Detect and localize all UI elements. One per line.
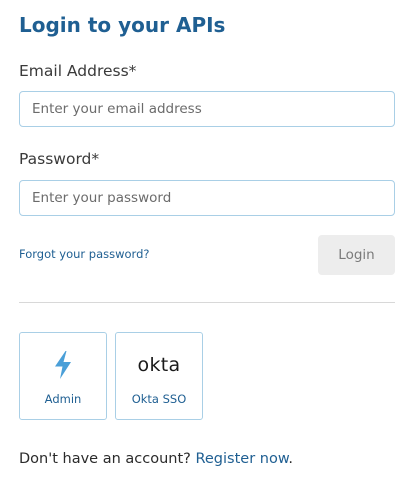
okta-logo-text: okta bbox=[137, 354, 181, 376]
sso-admin-label: Admin bbox=[44, 392, 82, 406]
register-prompt-text: Don't have an account? bbox=[19, 451, 191, 467]
sso-okta-button[interactable]: okta Okta SSO bbox=[115, 332, 203, 420]
register-link[interactable]: Register now bbox=[195, 451, 288, 467]
divider bbox=[19, 302, 395, 303]
lightning-bolt-icon bbox=[20, 350, 106, 380]
sso-admin-button[interactable]: Admin bbox=[19, 332, 107, 420]
page-title: Login to your APIs bbox=[19, 13, 226, 37]
password-label: Password* bbox=[19, 150, 100, 168]
forgot-password-link[interactable]: Forgot your password? bbox=[19, 247, 149, 261]
register-prompt: Don't have an account? Register now. bbox=[19, 451, 293, 467]
register-suffix: . bbox=[288, 451, 293, 467]
password-field[interactable] bbox=[19, 180, 395, 216]
email-label: Email Address* bbox=[19, 62, 137, 80]
sso-okta-label: Okta SSO bbox=[131, 392, 187, 406]
login-button[interactable]: Login bbox=[318, 235, 395, 275]
okta-logo: okta bbox=[116, 350, 202, 380]
email-field[interactable] bbox=[19, 91, 395, 127]
